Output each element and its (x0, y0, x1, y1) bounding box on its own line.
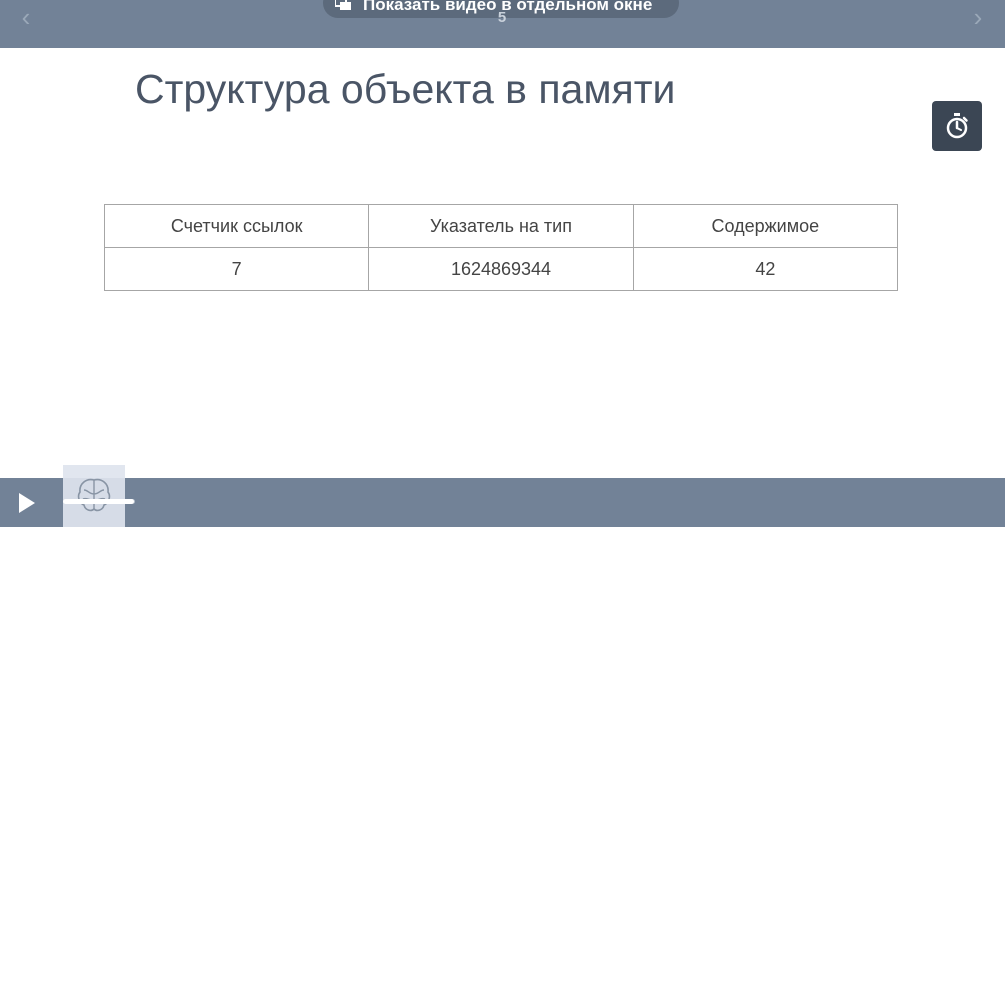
play-icon[interactable] (16, 491, 38, 515)
cell-content: 42 (632, 247, 899, 291)
player-controls-bar: 0:59 / 8:53 ×1 (0, 478, 1005, 991)
popout-window-icon (335, 0, 351, 10)
current-time: 0:59 (750, 970, 784, 989)
progress-bar[interactable] (63, 499, 135, 504)
time-display: 0:59 / 8:53 (736, 970, 846, 990)
prev-slide-arrow-icon[interactable]: ‹ (14, 4, 38, 30)
table-header-row: Счетчик ссылок Указатель на тип Содержим… (103, 204, 899, 248)
stopwatch-icon (946, 113, 968, 139)
cell-ref-count: 7 (103, 247, 370, 291)
time-separator: / (788, 970, 794, 989)
header-cell-ref-count: Счетчик ссылок (103, 204, 370, 248)
brain-icon (77, 478, 111, 512)
header-cell-content: Содержимое (632, 204, 899, 248)
volume-slider[interactable] (850, 971, 894, 989)
cell-type-pointer: 1624869344 (368, 247, 634, 291)
top-bar: ‹ Показать видео в отдельном окне 5 › (0, 0, 1005, 48)
next-slide-arrow-icon[interactable]: › (966, 4, 990, 30)
slide-title: Структура объекта в памяти (135, 66, 676, 112)
fullscreen-icon[interactable] (967, 969, 989, 991)
volume-knob[interactable] (878, 974, 890, 986)
progress-fill (63, 499, 135, 504)
header-cell-type-pointer: Указатель на тип (368, 204, 634, 248)
table-row: 7 1624869344 42 (103, 247, 899, 291)
memory-structure-table: Счетчик ссылок Указатель на тип Содержим… (103, 204, 899, 291)
slide-number: 5 (497, 9, 507, 26)
playback-speed-button[interactable]: ×1 (912, 970, 946, 991)
duration: 8:53 (798, 970, 832, 989)
timer-button[interactable] (932, 101, 982, 151)
brain-thumbnail[interactable] (63, 465, 125, 527)
